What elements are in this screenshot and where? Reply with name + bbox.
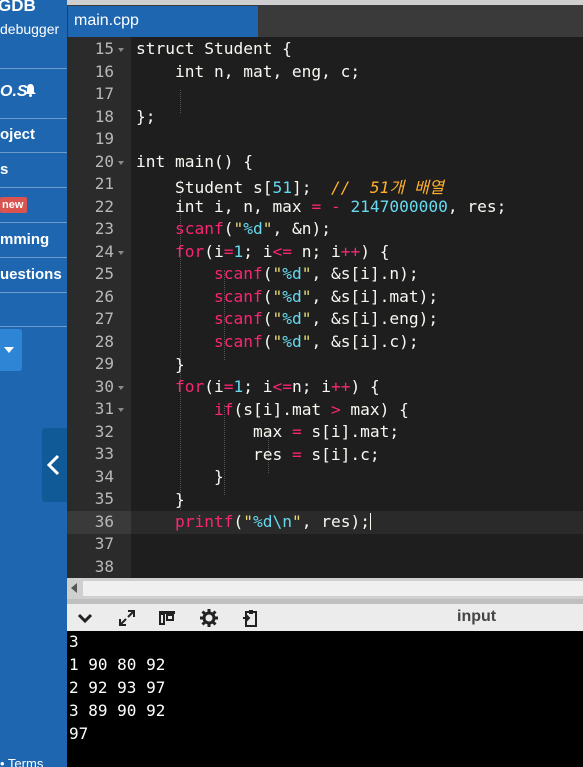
collapse-sidebar-button[interactable] bbox=[42, 428, 67, 502]
code-line: scanf("%d", &n); bbox=[174, 219, 331, 238]
fold-arrow-icon[interactable] bbox=[118, 408, 124, 412]
code-line: scanf("%d", &s[i].mat); bbox=[213, 287, 439, 306]
code-line: scanf("%d", &s[i].n); bbox=[213, 264, 419, 283]
line-number: 30 bbox=[94, 376, 114, 396]
text-cursor bbox=[369, 513, 371, 530]
tab-main-cpp[interactable]: main.cpp bbox=[68, 6, 258, 37]
scroll-left-icon[interactable] bbox=[71, 583, 77, 593]
input-tab[interactable]: input bbox=[457, 608, 496, 626]
tab-bar: main.cpp bbox=[67, 5, 583, 37]
code-line: struct Student { bbox=[136, 39, 292, 58]
line-number: 24 bbox=[94, 241, 114, 261]
code-line: int i, n, max = - 2147000000, res; bbox=[136, 197, 507, 216]
divider bbox=[0, 222, 67, 223]
code-line: max = s[i].mat; bbox=[136, 422, 400, 441]
chevron-down-icon[interactable] bbox=[75, 608, 95, 628]
gear-icon[interactable] bbox=[199, 608, 219, 628]
console-line: 97 bbox=[69, 724, 89, 743]
layout-icon[interactable] bbox=[157, 608, 177, 628]
line-number: 37 bbox=[94, 534, 114, 553]
caret-down-icon bbox=[4, 347, 14, 353]
console-line: 3 bbox=[69, 632, 79, 651]
terms-link[interactable]: • Terms bbox=[0, 756, 43, 767]
line-number: 22 bbox=[94, 196, 114, 216]
code-line: res = s[i].c; bbox=[136, 445, 380, 464]
horizontal-scrollbar[interactable] bbox=[67, 578, 583, 599]
divider bbox=[0, 118, 67, 119]
code-line: } bbox=[136, 355, 185, 374]
code-line: Student s[51]; // 51개 배열 bbox=[136, 178, 444, 197]
divider bbox=[0, 292, 67, 293]
code-line: scanf("%d", &s[i].eng); bbox=[213, 309, 439, 328]
divider bbox=[0, 68, 67, 69]
console-line: 2 92 93 97 bbox=[69, 678, 166, 697]
sidebar: GDB debugger O.S oject s new mming uesti… bbox=[0, 0, 67, 767]
line-number: 15 bbox=[94, 39, 114, 58]
line-number: 25 bbox=[94, 264, 114, 283]
line-number: 36 bbox=[94, 511, 114, 531]
line-number: 27 bbox=[94, 309, 114, 328]
line-number: 34 bbox=[94, 466, 114, 486]
line-number: 38 bbox=[94, 556, 114, 576]
console-line: 3 89 90 92 bbox=[69, 701, 166, 720]
new-badge: new bbox=[0, 197, 28, 213]
line-number: 16 bbox=[94, 61, 114, 81]
divider bbox=[0, 152, 67, 153]
line-number: 26 bbox=[94, 286, 114, 306]
line-number: 21 bbox=[94, 174, 114, 193]
brand-subtitle: debugger bbox=[0, 21, 60, 37]
line-number: 31 bbox=[94, 399, 114, 418]
indent-guide bbox=[180, 90, 181, 113]
line-number: 19 bbox=[94, 129, 114, 148]
tab-label: main.cpp bbox=[74, 12, 139, 29]
line-number: 33 bbox=[94, 444, 114, 463]
clipboard-icon[interactable] bbox=[241, 608, 261, 628]
line-number: 29 bbox=[94, 354, 114, 373]
console-line: 1 90 80 92 bbox=[69, 655, 166, 674]
code-line: }; bbox=[136, 107, 156, 126]
divider bbox=[0, 187, 67, 188]
expand-icon[interactable] bbox=[117, 608, 137, 628]
line-number: 17 bbox=[94, 84, 114, 103]
line-number: 32 bbox=[94, 421, 114, 441]
line-number: 20 bbox=[94, 151, 114, 171]
code-line: if(s[i].mat > max) { bbox=[213, 400, 409, 419]
code-line: scanf("%d", &s[i].c); bbox=[213, 332, 419, 351]
divider bbox=[0, 257, 67, 258]
line-number: 18 bbox=[94, 106, 114, 126]
chevron-left-icon bbox=[46, 454, 60, 476]
divider bbox=[0, 326, 67, 327]
line-number: 35 bbox=[94, 489, 114, 508]
code-line: } bbox=[136, 490, 185, 509]
fold-arrow-icon[interactable] bbox=[118, 160, 124, 165]
line-number-gutter: 15 16 17 18 19 20 21 22 23 24 25 26 27 28 29 30 31 32 33 34… bbox=[67, 37, 131, 578]
code-line: for(i=1; i<=n; i++) { bbox=[174, 377, 380, 396]
code-line: int n, mat, eng, c; bbox=[136, 62, 361, 81]
bell-icon[interactable] bbox=[24, 83, 37, 100]
code-editor[interactable]: struct Student { int n, mat, eng, c; }; … bbox=[131, 37, 583, 578]
sidebar-item-programming[interactable]: mming bbox=[0, 231, 49, 248]
fold-arrow-icon[interactable] bbox=[118, 250, 124, 255]
sidebar-item-project[interactable]: oject bbox=[0, 126, 35, 143]
code-line: int main() { bbox=[136, 152, 253, 171]
console-output[interactable]: 3 1 90 80 92 2 92 93 97 3 89 90 92 97 bbox=[67, 631, 583, 767]
code-line: } bbox=[136, 467, 224, 486]
code-line: printf("%d\n", res); bbox=[174, 512, 371, 531]
fold-arrow-icon[interactable] bbox=[118, 48, 124, 52]
brand-title: GDB bbox=[0, 0, 36, 15]
language-dropdown[interactable] bbox=[0, 329, 22, 371]
scrollbar-thumb[interactable] bbox=[83, 581, 583, 596]
panel-toolbar: input bbox=[67, 604, 583, 631]
line-number: 23 bbox=[94, 219, 114, 238]
fold-arrow-icon[interactable] bbox=[118, 385, 124, 390]
line-number: 28 bbox=[94, 331, 114, 351]
code-line: for(i=1; i<= n; i++) { bbox=[174, 242, 390, 261]
sidebar-item-s[interactable]: s bbox=[0, 161, 8, 178]
sidebar-item-questions[interactable]: uestions bbox=[0, 266, 62, 283]
